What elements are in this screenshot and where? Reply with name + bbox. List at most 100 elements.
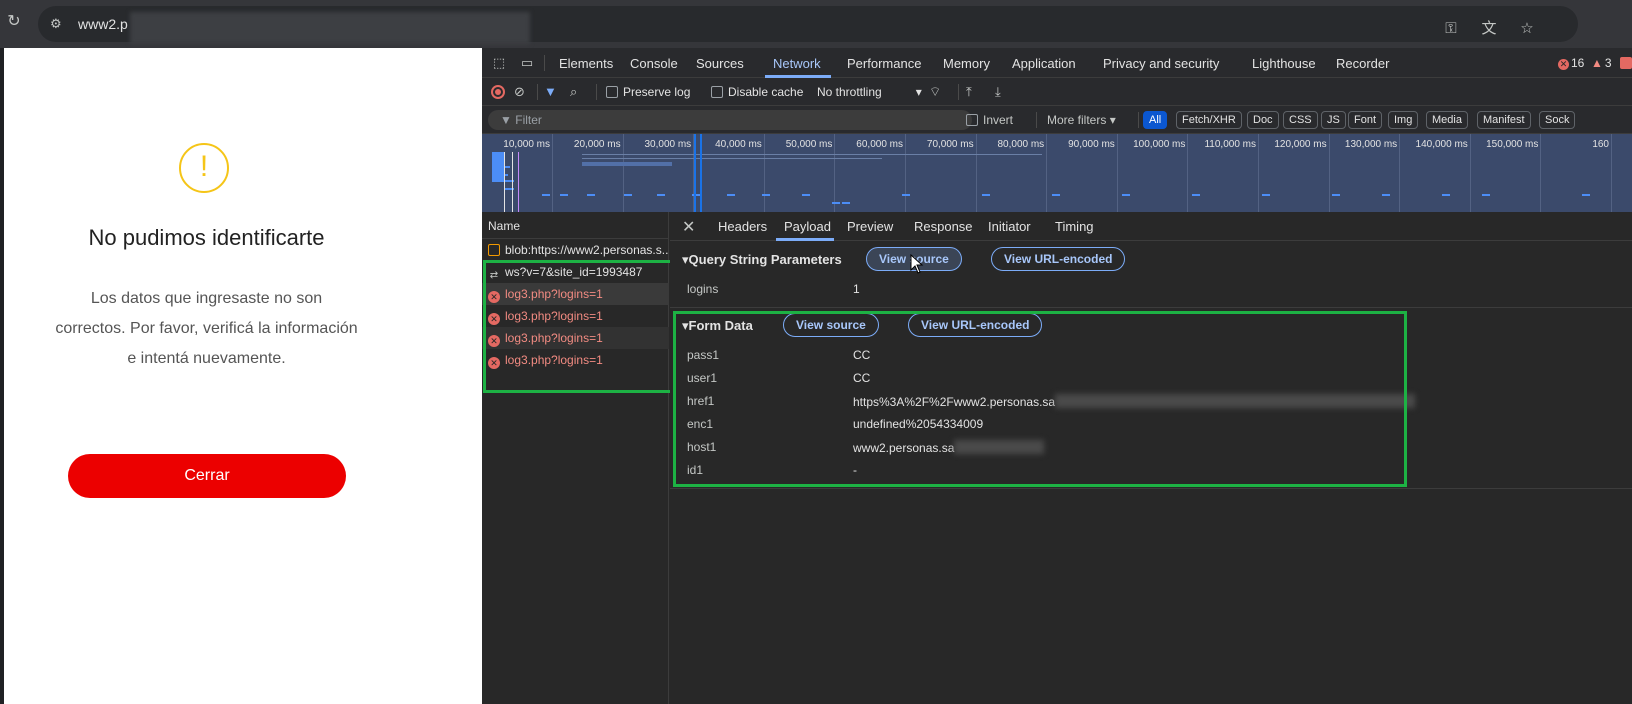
filter-fetch-xhr[interactable]: Fetch/XHR: [1176, 111, 1242, 129]
network-conditions-icon[interactable]: ⌔: [929, 83, 941, 101]
filter-js[interactable]: JS: [1321, 111, 1346, 129]
timeline-request-dash: [657, 194, 665, 196]
preserve-log-checkbox[interactable]: Preserve log: [606, 83, 690, 101]
tab-privacy-security[interactable]: Privacy and security: [1103, 56, 1219, 71]
import-har-icon[interactable]: ⤒: [966, 83, 972, 101]
filter-socket[interactable]: Sock: [1539, 111, 1576, 129]
bookmark-star-icon[interactable]: ☆: [1516, 18, 1538, 40]
filter-manifest[interactable]: Manifest: [1477, 111, 1531, 129]
network-toolbar: ⊘ ▼ ⌕ Preserve log Disable cache No thro…: [482, 78, 1632, 106]
clear-icon[interactable]: ⊘: [514, 83, 525, 101]
timeline-request-dash: [1122, 194, 1130, 196]
query-params-header[interactable]: ▾Query String Parameters: [682, 252, 842, 268]
timeline-request-dash: [1582, 194, 1590, 196]
timeline-request-bar: [582, 158, 882, 159]
issues-icon[interactable]: [1620, 57, 1632, 69]
highlight-box-form-data: [673, 311, 1407, 487]
mouse-cursor-icon: [910, 254, 924, 274]
filter-media[interactable]: Media: [1426, 111, 1468, 129]
timeline-selection-handle[interactable]: [694, 134, 696, 212]
tab-payload[interactable]: Payload: [784, 219, 831, 234]
blob-file-icon: [488, 244, 500, 256]
throttling-select[interactable]: No throttling ▾: [817, 83, 922, 101]
invert-checkbox[interactable]: Invert: [966, 111, 1013, 129]
error-count-badge[interactable]: ✕ 16: [1558, 56, 1584, 70]
timeline-tick-label: 10,000 ms: [503, 139, 550, 150]
timeline-tick-label: 40,000 ms: [715, 139, 762, 150]
filter-css[interactable]: CSS: [1283, 111, 1318, 129]
more-filters-dropdown[interactable]: More filters ▾: [1047, 111, 1116, 129]
tab-preview[interactable]: Preview: [847, 219, 893, 234]
search-icon[interactable]: ⌕: [570, 83, 577, 101]
tab-performance[interactable]: Performance: [847, 56, 921, 71]
record-icon[interactable]: [491, 85, 505, 99]
timeline-request-dash: [1332, 194, 1340, 196]
name-column-header[interactable]: Name: [482, 212, 668, 239]
device-toolbar-icon[interactable]: ▭: [518, 54, 536, 72]
address-bar[interactable]: ⚙ www2.p ⚿ 文 ☆: [38, 6, 1578, 44]
filter-font[interactable]: Font: [1348, 111, 1383, 129]
tab-recorder[interactable]: Recorder: [1336, 56, 1389, 71]
timeline-tick-label: 50,000 ms: [785, 139, 833, 150]
tab-memory[interactable]: Memory: [943, 56, 990, 71]
warning-triangle-icon: ▲: [1591, 56, 1603, 70]
error-icon: ✕: [1558, 59, 1569, 70]
tab-network[interactable]: Network: [773, 56, 821, 71]
url-text: www2.p: [78, 16, 128, 32]
warning-count-badge[interactable]: ▲ 3: [1591, 56, 1612, 70]
tab-console[interactable]: Console: [630, 56, 678, 71]
disable-cache-checkbox[interactable]: Disable cache: [711, 83, 803, 101]
network-overview-timeline[interactable]: 10,000 ms 20,000 ms 30,000 ms 40,000 ms 50,0…: [482, 134, 1632, 212]
tab-timing[interactable]: Timing: [1055, 219, 1094, 234]
timeline-tick-label: 120,000 ms: [1274, 139, 1327, 150]
password-key-icon[interactable]: ⚿: [1440, 18, 1462, 40]
request-row[interactable]: blob:https://www2.personas.s...: [482, 239, 669, 261]
timeline-tick-label: 150,000 ms: [1486, 139, 1539, 150]
timeline-gridline: [1328, 134, 1330, 212]
timeline-gridline: [1469, 134, 1471, 212]
timeline-request-bar: [582, 162, 672, 166]
timeline-request-dash: [1482, 194, 1490, 196]
highlight-box-requests: [483, 260, 679, 393]
tab-elements[interactable]: Elements: [559, 56, 613, 71]
timeline-tick-label: 20,000 ms: [573, 139, 621, 150]
tab-headers[interactable]: Headers: [718, 219, 767, 234]
timeline-gridline: [1187, 134, 1189, 212]
export-har-icon[interactable]: ⤓: [995, 83, 1001, 101]
timeline-request-bar: [582, 154, 1042, 155]
timeline-request-dash: [832, 202, 840, 204]
site-settings-icon[interactable]: ⚙: [50, 16, 66, 32]
timeline-request-dash: [902, 194, 910, 196]
timeline-request-dash: [1262, 194, 1270, 196]
tab-initiator[interactable]: Initiator: [988, 219, 1031, 234]
browser-toolbar: ↻ ⚙ www2.p ⚿ 文 ☆: [0, 0, 1632, 48]
tab-response[interactable]: Response: [914, 219, 973, 234]
filter-doc[interactable]: Doc: [1247, 111, 1279, 129]
timeline-request-dash: [982, 194, 990, 196]
filter-img[interactable]: Img: [1388, 111, 1419, 129]
timeline-tick-label: 140,000 ms: [1415, 139, 1468, 150]
timeline-gridline: [975, 134, 977, 212]
filter-input[interactable]: ▼ Filter: [488, 110, 972, 130]
close-button[interactable]: Cerrar: [68, 454, 346, 498]
chevron-down-icon: ▾: [915, 85, 922, 99]
filter-funnel-icon: ▼: [500, 113, 512, 127]
reload-icon[interactable]: ↻: [4, 12, 24, 32]
timeline-tick-label: 160: [1592, 139, 1609, 150]
timeline-request-dash: [762, 194, 770, 196]
timeline-selection-handle[interactable]: [700, 134, 702, 212]
close-detail-icon[interactable]: ✕: [682, 217, 695, 237]
timeline-request-dash: [727, 194, 735, 196]
timeline-gridline: [1258, 134, 1259, 212]
web-page: ! No pudimos identificarte Los datos que…: [4, 48, 482, 704]
tab-sources[interactable]: Sources: [696, 56, 744, 71]
translate-icon[interactable]: 文: [1478, 18, 1500, 40]
filter-icon[interactable]: ▼: [544, 83, 557, 101]
filter-all[interactable]: All: [1143, 111, 1168, 129]
tab-lighthouse[interactable]: Lighthouse: [1252, 56, 1316, 71]
inspect-element-icon[interactable]: ⬚: [490, 54, 508, 72]
query-view-url-encoded-button[interactable]: View URL-encoded: [991, 247, 1126, 271]
timeline-tick-label: 80,000 ms: [997, 139, 1045, 150]
tab-application[interactable]: Application: [1012, 56, 1076, 71]
query-param-key: logins: [687, 282, 719, 296]
